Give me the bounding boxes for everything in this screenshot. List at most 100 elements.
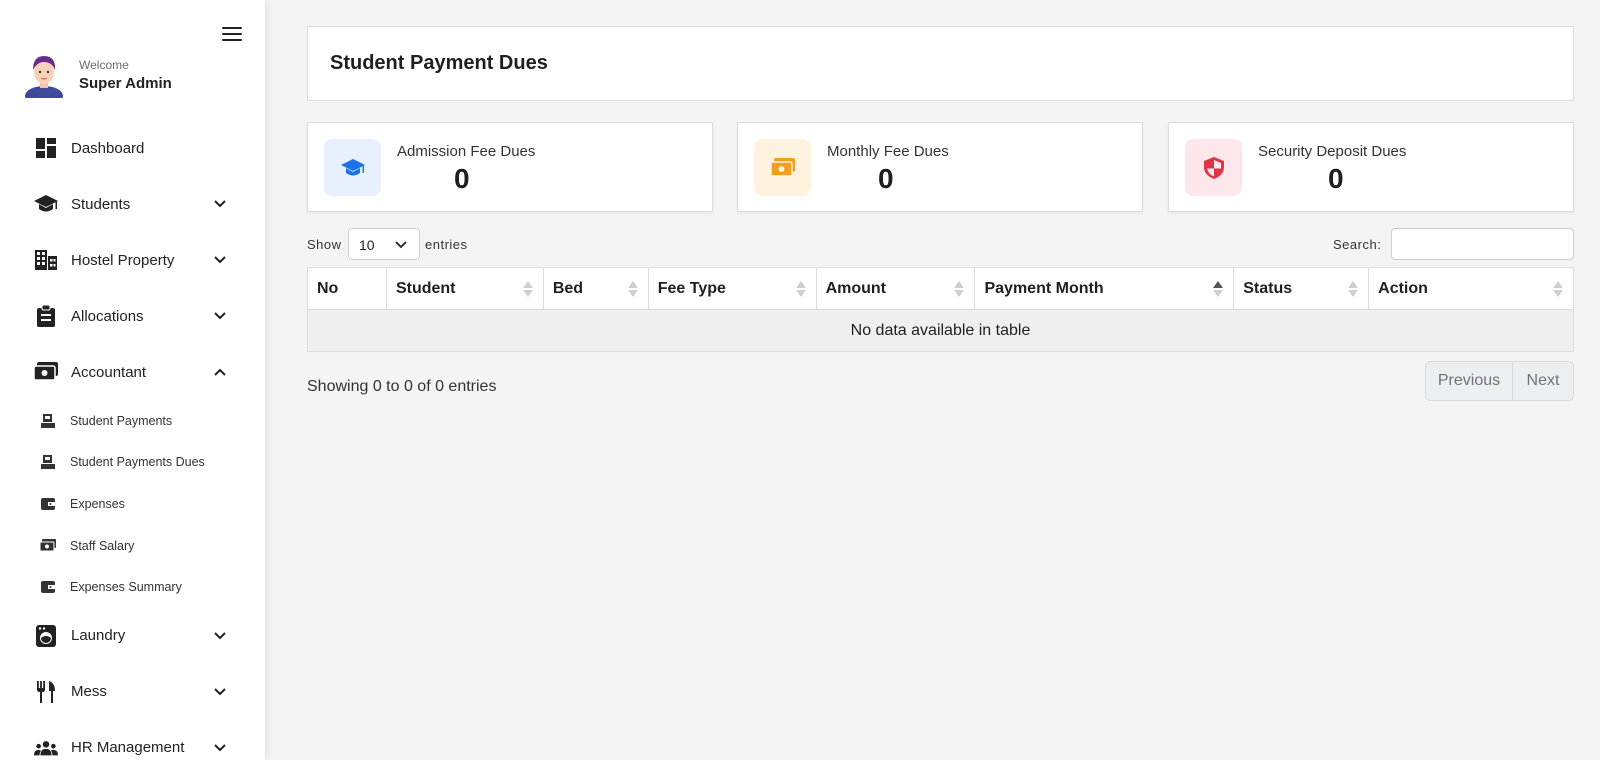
column-header-bed[interactable]: Bed	[542, 267, 649, 310]
sort-icon	[1553, 281, 1563, 297]
sidebar-subitem-expenses-summary[interactable]: Expenses Summary	[0, 566, 265, 608]
stats-row: Admission Fee Dues 0 Monthly Fee Dues 0 …	[307, 122, 1574, 212]
stat-icon-box	[1185, 139, 1242, 196]
username: Super Admin	[79, 75, 172, 92]
chevron-down-icon	[214, 312, 226, 320]
wallet-icon	[40, 496, 56, 512]
stat-value: 0	[454, 163, 470, 194]
hamburger-menu-icon[interactable]	[222, 24, 244, 42]
entries-select-value: 10	[359, 237, 375, 253]
column-header-fee-type[interactable]: Fee Type	[647, 267, 817, 310]
entries-label: entries	[425, 237, 468, 252]
shield-icon	[1203, 156, 1224, 179]
sort-ascending-icon	[1213, 281, 1224, 297]
sidebar-item-dashboard[interactable]: Dashboard	[0, 120, 265, 176]
sort-icon	[1348, 281, 1359, 297]
stat-title: Security Deposit Dues	[1258, 143, 1407, 160]
chevron-down-icon	[214, 744, 226, 752]
cash-register-icon	[40, 454, 56, 470]
sidebar-subitem-staff-salary[interactable]: Staff Salary	[0, 525, 265, 567]
sidebar: Welcome Super Admin Dashboard Students H…	[0, 0, 266, 760]
dues-table: No Student Bed Fee Type Amount Payment M…	[307, 267, 1574, 352]
previous-button[interactable]: Previous	[1426, 362, 1513, 400]
stat-icon-box	[324, 139, 381, 196]
sidebar-subitem-expenses[interactable]: Expenses	[0, 483, 265, 525]
sort-icon	[954, 281, 965, 297]
sidebar-item-label: Hostel Property	[71, 251, 175, 269]
sidebar-subitem-student-payments[interactable]: Student Payments	[0, 400, 265, 442]
sidebar-item-laundry[interactable]: Laundry	[0, 608, 265, 664]
wallet-icon	[40, 579, 56, 595]
washing-machine-icon	[34, 624, 58, 648]
chevron-down-icon	[395, 241, 407, 249]
sidebar-item-label: Mess	[71, 683, 107, 701]
money-icon	[34, 360, 58, 384]
sidebar-subitem-label: Student Payments	[70, 413, 173, 428]
sidebar-subitem-label: Expenses Summary	[70, 580, 182, 595]
sidebar-item-hr-management[interactable]: HR Management	[0, 720, 265, 760]
table-controls: Show 10 entries Search:	[307, 228, 1574, 260]
table-info: Showing 0 to 0 of 0 entries	[307, 378, 497, 395]
clipboard-icon	[34, 304, 58, 328]
main-content: Student Payment Dues Admission Fee Dues …	[307, 26, 1574, 401]
graduation-cap-icon	[340, 158, 365, 175]
stat-value: 0	[878, 163, 894, 194]
column-header-amount[interactable]: Amount	[815, 267, 976, 310]
users-icon	[34, 736, 58, 760]
search-input[interactable]	[1391, 228, 1574, 260]
user-profile: Welcome Super Admin	[24, 50, 224, 100]
stat-value: 0	[1328, 163, 1344, 194]
money-icon	[770, 157, 795, 177]
table-header-row: No Student Bed Fee Type Amount Payment M…	[307, 267, 1574, 310]
sidebar-item-mess[interactable]: Mess	[0, 664, 265, 720]
sidebar-item-label: Dashboard	[71, 139, 145, 157]
empty-table-message: No data available in table	[307, 309, 1574, 352]
column-header-student[interactable]: Student	[385, 267, 544, 310]
sort-icon	[522, 281, 533, 297]
sidebar-subitem-label: Expenses	[70, 496, 125, 511]
sidebar-item-label: Students	[71, 195, 131, 213]
chevron-up-icon	[214, 368, 226, 376]
sidebar-item-label: HR Management	[71, 739, 185, 757]
sidebar-item-label: Accountant	[71, 363, 147, 381]
sidebar-subitem-label: Student Payments Dues	[70, 455, 205, 470]
column-header-no[interactable]: No	[307, 267, 387, 310]
show-label: Show	[307, 237, 342, 252]
column-header-action[interactable]: Action	[1368, 267, 1574, 310]
sidebar-subitem-label: Staff Salary	[70, 538, 135, 553]
graduation-cap-icon	[34, 192, 58, 216]
table-row: No data available in table	[307, 309, 1574, 352]
sidebar-item-allocations[interactable]: Allocations	[0, 288, 265, 344]
chevron-down-icon	[214, 632, 226, 640]
sidebar-subitem-student-payments-dues[interactable]: Student Payments Dues	[0, 442, 265, 484]
column-header-payment-month[interactable]: Payment Month	[974, 267, 1235, 310]
welcome-text: Welcome	[79, 58, 129, 72]
sidebar-item-accountant[interactable]: Accountant	[0, 344, 265, 400]
sidebar-nav: Dashboard Students Hostel Property Alloc…	[0, 120, 265, 760]
sidebar-item-label: Allocations	[71, 307, 144, 325]
dashboard-icon	[34, 136, 58, 160]
stat-icon-box	[754, 139, 811, 196]
page-header: Student Payment Dues	[307, 26, 1574, 101]
sort-icon	[627, 281, 638, 297]
sidebar-item-hostel-property[interactable]: Hostel Property	[0, 232, 265, 288]
stat-card-monthly-fee: Monthly Fee Dues 0	[737, 122, 1143, 212]
next-button[interactable]: Next	[1513, 362, 1573, 400]
cash-register-icon	[40, 413, 56, 429]
chevron-down-icon	[214, 200, 226, 208]
building-icon	[34, 248, 58, 272]
search-label: Search:	[1333, 237, 1382, 252]
page-title: Student Payment Dues	[330, 52, 548, 74]
chevron-down-icon	[214, 688, 226, 696]
pagination: Previous Next	[1425, 361, 1574, 401]
sidebar-item-label: Laundry	[71, 627, 126, 645]
sidebar-item-students[interactable]: Students	[0, 176, 265, 232]
utensils-icon	[34, 680, 58, 704]
sort-icon	[795, 281, 806, 297]
column-header-status[interactable]: Status	[1233, 267, 1370, 310]
stat-card-security-deposit: Security Deposit Dues 0	[1168, 122, 1574, 212]
money-icon	[40, 538, 56, 554]
stat-card-admission-fee: Admission Fee Dues 0	[307, 122, 713, 212]
entries-select[interactable]: 10	[348, 228, 420, 260]
stat-title: Monthly Fee Dues	[827, 143, 949, 160]
